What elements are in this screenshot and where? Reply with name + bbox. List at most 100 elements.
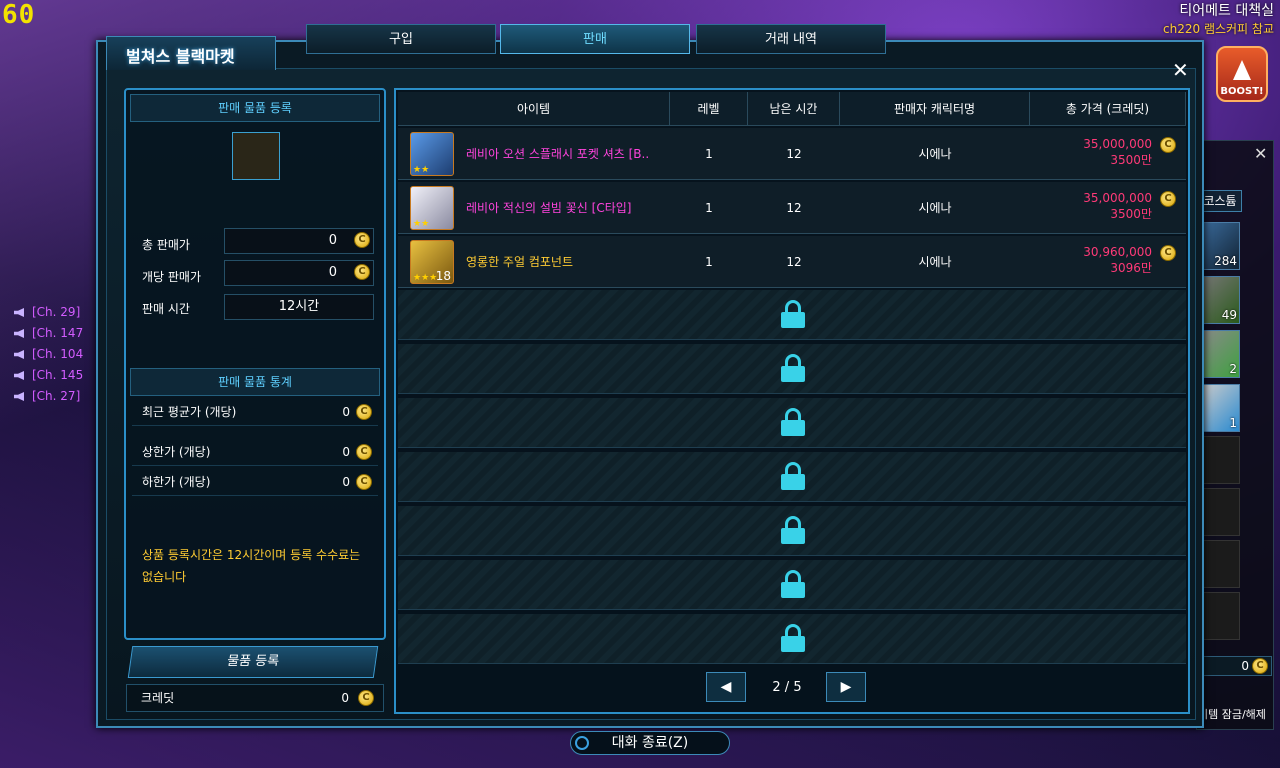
sale-time-select[interactable]: 12시간 (224, 294, 374, 320)
lock-icon (781, 624, 805, 652)
item-price: 35,000,000 3500만 (1083, 191, 1152, 221)
col-header-price: 총 가격 (크레딧) (1030, 92, 1186, 126)
lock-icon (781, 462, 805, 490)
seller-name: 시에나 (918, 255, 952, 269)
item-time-left: 12 (786, 147, 802, 161)
tab-costume[interactable]: 코스튬 (1198, 190, 1242, 212)
speaker-icon (14, 371, 24, 380)
credit-coin-icon: C (1160, 191, 1176, 207)
credit-coin-icon: C (354, 264, 370, 280)
inventory-slot[interactable]: 1 (1200, 384, 1240, 432)
item-icon: ★★ (410, 132, 454, 176)
chat-line[interactable]: [Ch. 104 (14, 344, 83, 365)
col-header-time: 남은 시간 (748, 92, 840, 126)
locked-row (398, 452, 1186, 502)
sale-time-label: 판매 시간 (142, 302, 190, 316)
lock-icon (781, 408, 805, 436)
fps-counter: 60 (2, 0, 36, 30)
chat-log: [Ch. 29] [Ch. 147 [Ch. 104 [Ch. 145 [Ch.… (14, 302, 83, 407)
chat-line[interactable]: [Ch. 29] (14, 302, 83, 323)
credit-coin-icon: C (358, 690, 374, 706)
locked-row (398, 560, 1186, 610)
credit-coin-icon: C (356, 474, 372, 490)
stat-row-upper: 상한가 (개당) 0 (132, 438, 378, 466)
boost-label: BOOST! (1220, 86, 1264, 97)
zone-channel: ch220 램스커피 참교 (1163, 22, 1274, 36)
credit-coin-icon: C (1252, 658, 1268, 674)
close-icon[interactable]: ✕ (1172, 58, 1189, 82)
item-level: 1 (705, 147, 713, 161)
table-row[interactable]: ★★ 레비아 오션 스플래시 포켓 셔츠 [B.. 1 12 시에나 35,00… (398, 128, 1186, 180)
total-price-input[interactable]: 0 (224, 228, 374, 254)
item-time-left: 12 (786, 201, 802, 215)
credit-coin-icon: C (1160, 245, 1176, 261)
window-title: 벌쳐스 블랙마켓 (126, 47, 235, 66)
unit-price-label: 개당 판매가 (142, 270, 202, 284)
inventory-slot[interactable] (1200, 436, 1240, 484)
inventory-slot[interactable]: 2 (1200, 330, 1240, 378)
credit-balance: 크레딧 0 (126, 684, 384, 712)
item-lock-toggle[interactable]: 이템 잠금/해제 (1198, 706, 1266, 722)
inventory-slot[interactable]: 284 (1200, 222, 1240, 270)
lock-icon (781, 516, 805, 544)
speaker-icon (14, 350, 24, 359)
boost-button[interactable]: BOOST! (1216, 46, 1268, 102)
item-icon: ★★ (410, 186, 454, 230)
col-header-item: 아이템 (398, 92, 670, 126)
col-header-level: 레벨 (670, 92, 748, 126)
table-row[interactable]: ★★★ 18 영롱한 주얼 컴포넌트 1 12 시에나 30,960,000 309… (398, 236, 1186, 288)
tab-sell[interactable]: 판매 (500, 24, 690, 54)
item-price: 35,000,000 3500만 (1083, 137, 1152, 167)
item-price: 30,960,000 3096만 (1083, 245, 1152, 275)
item-name: 레비아 오션 스플래시 포켓 셔츠 [B.. (466, 147, 650, 161)
end-dialog-button[interactable]: 대화 종료(Z) (570, 731, 730, 755)
chat-line[interactable]: [Ch. 147 (14, 323, 83, 344)
credit-coin-icon: C (354, 232, 370, 248)
prev-page-button[interactable]: ◀ (706, 672, 746, 702)
speaker-icon (14, 392, 24, 401)
stat-row-lower: 하한가 (개당) 0 (132, 468, 378, 496)
item-level: 1 (705, 201, 713, 215)
item-drop-slot[interactable] (232, 132, 280, 180)
register-note: 상품 등록시간은 12시간이며 등록 수수료는 없습니다 (142, 548, 361, 584)
stats-header: 판매 물품 통계 (130, 368, 380, 396)
locked-row (398, 344, 1186, 394)
col-header-seller: 판매자 캐릭터명 (840, 92, 1030, 126)
locked-row (398, 290, 1186, 340)
lock-icon (781, 570, 805, 598)
inventory-slot[interactable] (1200, 540, 1240, 588)
locked-row (398, 614, 1186, 664)
table-row[interactable]: ★★ 레비아 적신의 설빔 꽃신 [C타입] 1 12 시에나 35,000,0… (398, 182, 1186, 234)
inventory-slot[interactable]: 49 (1200, 276, 1240, 324)
credit-coin-icon: C (1160, 137, 1176, 153)
zone-info: 티어메트 대책실 ch220 램스커피 참교 (1163, 0, 1274, 37)
item-name: 레비아 적신의 설빔 꽃신 [C타입] (466, 201, 632, 215)
chat-line[interactable]: [Ch. 27] (14, 386, 83, 407)
item-name: 영롱한 주얼 컴포넌트 (466, 255, 573, 269)
tab-buy[interactable]: 구입 (306, 24, 496, 54)
speaker-icon (14, 329, 24, 338)
credit-coin-icon: C (356, 444, 372, 460)
register-item-button[interactable]: 물품 등록 (127, 646, 379, 678)
locked-row (398, 398, 1186, 448)
locked-row (398, 506, 1186, 556)
inventory-close-icon[interactable]: ✕ (1254, 144, 1267, 163)
inventory-slot[interactable] (1200, 592, 1240, 640)
tab-history[interactable]: 거래 내역 (696, 24, 886, 54)
seller-name: 시에나 (918, 201, 952, 215)
item-level: 1 (705, 255, 713, 269)
seller-name: 시에나 (918, 147, 952, 161)
next-page-button[interactable]: ▶ (826, 672, 866, 702)
unit-price-input[interactable]: 0 (224, 260, 374, 286)
circle-icon (575, 736, 589, 750)
credit-coin-icon: C (356, 404, 372, 420)
rocket-icon (1233, 60, 1251, 80)
lock-icon (781, 354, 805, 382)
total-price-label: 총 판매가 (142, 238, 190, 252)
item-icon: ★★★ 18 (410, 240, 454, 284)
item-time-left: 12 (786, 255, 802, 269)
chat-line[interactable]: [Ch. 145 (14, 365, 83, 386)
inventory-slot[interactable] (1200, 488, 1240, 536)
stat-row-average: 최근 평균가 (개당) 0 (132, 398, 378, 426)
register-header: 판매 물품 등록 (130, 94, 380, 122)
